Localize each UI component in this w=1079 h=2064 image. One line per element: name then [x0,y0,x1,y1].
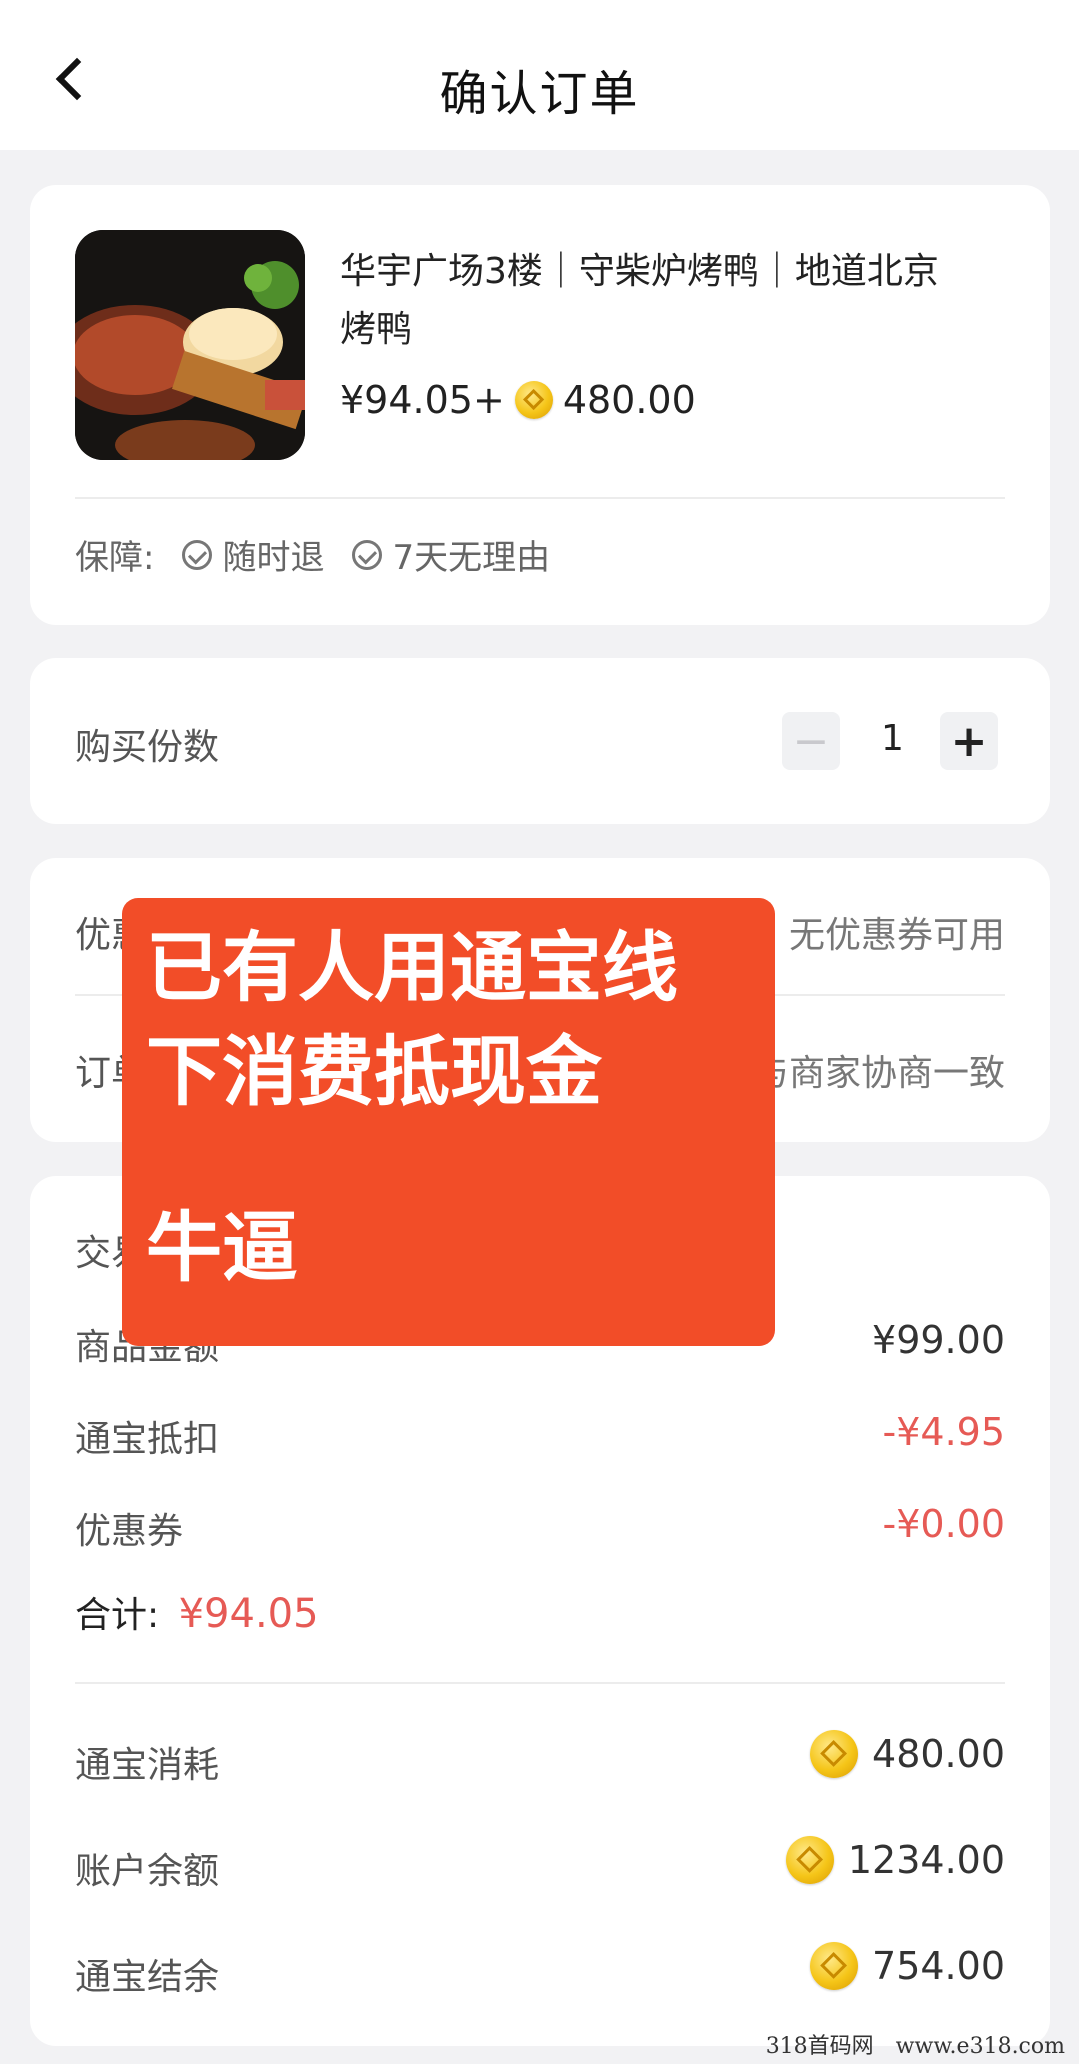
price-coins: 480.00 [562,378,696,422]
quantity-value[interactable]: 1 [881,718,904,759]
product-card: 华宇广场3楼｜守柴炉烤鸭｜地道北京烤鸭 ¥94.05+ 480.00 保障: 随… [30,185,1050,625]
guarantee-label: 保障: [75,538,155,578]
overlay-line: 牛逼 [146,1203,298,1292]
detail-value: -¥0.00 [882,1502,1006,1546]
coin-row-label: 通宝消耗 [75,1745,220,1786]
increase-button[interactable]: + [940,712,998,770]
coin-row-value: 754.00 [810,1942,1005,1990]
coin-row-label: 通宝结余 [75,1957,220,1998]
guarantee-item: 7天无理由 [392,538,551,578]
check-circle-icon [182,539,213,570]
watermark: 318首码网 www.e318.com [765,2034,1065,2059]
check-circle-icon [352,539,383,570]
coin-icon [785,1836,834,1884]
coin-row-value: 1234.00 [785,1836,1005,1884]
total-value: ¥94.05 [178,1591,319,1637]
coin-amount: 480.00 [872,1732,1005,1776]
detail-value: -¥4.95 [882,1410,1006,1454]
coin-row-label: 账户余额 [75,1851,220,1892]
top-bar: 确认订单 [0,0,1079,150]
overlay-line: 下消费抵现金 [146,1027,602,1116]
price-cash: ¥94.05+ [340,378,505,422]
page-title: 确认订单 [439,66,640,122]
total-row: 合计: ¥94.05 [75,1586,319,1638]
guarantee-row: 保障: 随时退 7天无理由 [75,530,550,579]
coin-amount: 1234.00 [847,1838,1005,1882]
coin-icon [810,1730,859,1778]
coupon-value[interactable]: 无优惠券可用 [789,906,1005,958]
detail-label: 优惠券 [75,1511,184,1552]
detail-value: ¥99.00 [872,1318,1005,1362]
coin-row-value: 480.00 [810,1730,1005,1778]
total-label: 合计: [75,1595,160,1636]
divider [75,1682,1005,1684]
coin-icon [514,381,553,419]
coin-icon [810,1942,859,1990]
divider [75,497,1005,499]
coin-amount: 754.00 [872,1944,1005,1988]
guarantee-item: 随时退 [222,538,325,578]
product-image [75,230,305,460]
overlay-line: 已有人用通宝线 [146,923,678,1012]
product-price: ¥94.05+ 480.00 [340,378,696,422]
quantity-label: 购买份数 [75,727,220,768]
decrease-button[interactable]: − [782,712,840,770]
quantity-card: 购买份数 − 1 + [30,658,1050,824]
product-name: 华宇广场3楼｜守柴炉烤鸭｜地道北京烤鸭 [340,251,939,350]
promo-overlay: 已有人用通宝线 下消费抵现金 牛逼 [122,898,775,1346]
detail-label: 通宝抵扣 [75,1419,220,1460]
